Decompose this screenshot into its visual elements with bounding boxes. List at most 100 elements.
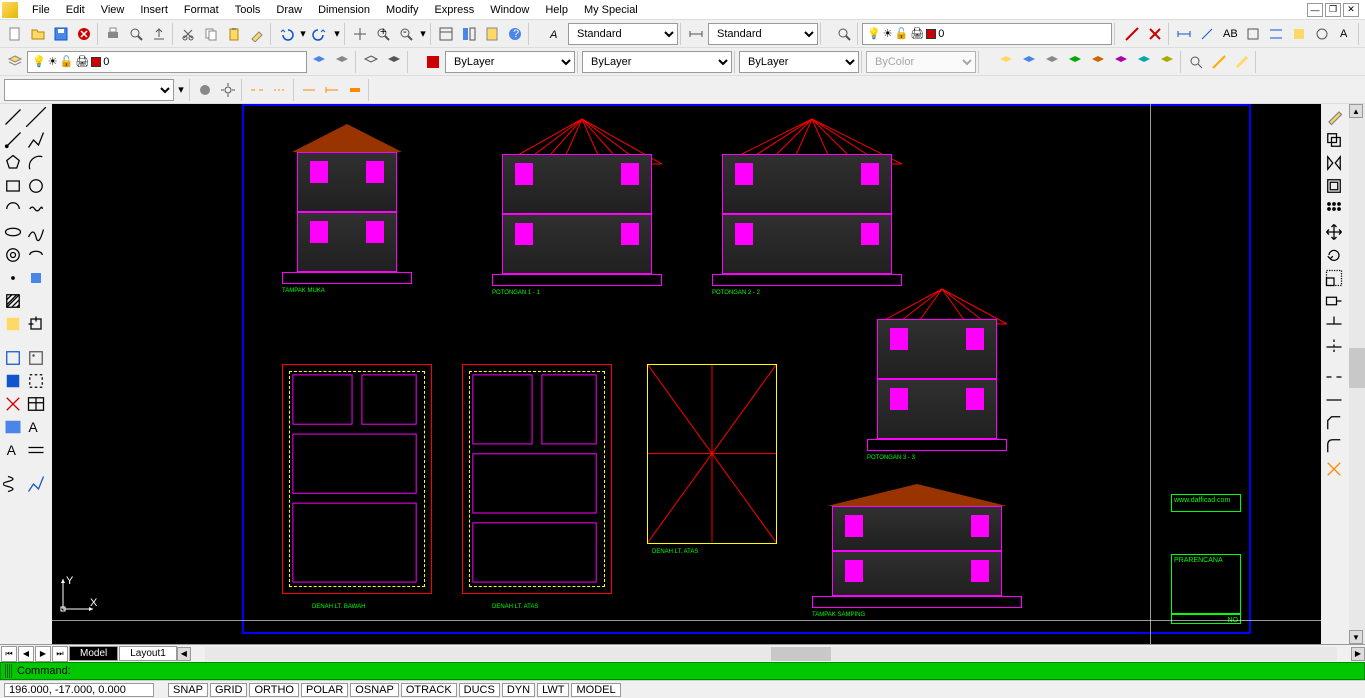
rectangle-tool[interactable] [2, 175, 24, 197]
zoom-realtime-button[interactable]: + [372, 23, 394, 45]
copy-tool-r[interactable] [1323, 129, 1345, 151]
dimstyle-icon[interactable] [685, 23, 707, 45]
insert-tool[interactable] [25, 313, 47, 335]
scale-tool[interactable] [1323, 267, 1345, 289]
vscrollbar[interactable]: ▲ ▼ [1349, 104, 1365, 644]
menu-view[interactable]: View [93, 2, 133, 18]
revcloud-tool[interactable] [25, 198, 47, 220]
erase-tool[interactable] [2, 393, 24, 415]
gear-button[interactable] [217, 79, 239, 101]
named-views-select[interactable] [4, 79, 174, 101]
table-tool[interactable] [25, 393, 47, 415]
command-line[interactable]: Command: [0, 662, 1365, 680]
menu-insert[interactable]: Insert [132, 2, 176, 18]
ray-tool[interactable] [2, 129, 24, 151]
zoom-ext-button[interactable] [1185, 51, 1207, 73]
find-button[interactable] [833, 23, 855, 45]
textstyle-icon[interactable]: A [545, 23, 567, 45]
donut-tool[interactable] [2, 244, 24, 266]
point-tool[interactable] [2, 267, 24, 289]
join-tool[interactable] [1323, 389, 1345, 411]
wipeout-tool[interactable] [2, 370, 24, 392]
break-tool[interactable] [1323, 366, 1345, 388]
mline-tool[interactable] [25, 439, 47, 461]
layulk-button[interactable] [1110, 51, 1132, 73]
brk2-button[interactable] [269, 79, 291, 101]
rotate-tool[interactable] [1323, 244, 1345, 266]
layon-button[interactable] [1018, 51, 1040, 73]
chamfer-tool[interactable] [1323, 412, 1345, 434]
matchprop-button[interactable] [246, 23, 268, 45]
laymch-button[interactable] [1156, 51, 1178, 73]
stretch-tool[interactable] [1323, 290, 1345, 312]
extend-tool[interactable] [1323, 336, 1345, 358]
mirror-tool[interactable] [1323, 152, 1345, 174]
grid-toggle[interactable]: GRID [210, 683, 248, 697]
ortho-toggle[interactable]: ORTHO [249, 683, 299, 697]
menu-draw[interactable]: Draw [268, 2, 310, 18]
layeruniso-button[interactable] [383, 51, 405, 73]
spline-tool[interactable] [25, 221, 47, 243]
gradient-tool[interactable] [25, 290, 47, 312]
offset-tool[interactable] [1323, 175, 1345, 197]
dline-button[interactable] [1121, 23, 1143, 45]
undo-dropdown[interactable]: ▾ [298, 23, 308, 45]
layer-states-button[interactable] [331, 51, 353, 73]
scroll-down[interactable]: ▼ [1349, 630, 1363, 644]
pline-tool[interactable] [25, 129, 47, 151]
menu-express[interactable]: Express [426, 2, 482, 18]
erase-tool-r[interactable] [1323, 106, 1345, 128]
layer-prev-button[interactable] [308, 51, 330, 73]
minimize-button[interactable]: — [1307, 3, 1323, 17]
arc3p-tool[interactable] [2, 198, 24, 220]
dimlinear-button[interactable] [1173, 23, 1195, 45]
text-tool[interactable]: A [2, 439, 24, 461]
render-button[interactable] [194, 79, 216, 101]
brk1-button[interactable] [246, 79, 268, 101]
view-dropdown[interactable]: ▾ [175, 79, 187, 101]
ducs-toggle[interactable]: DUCS [459, 683, 500, 697]
tab-last[interactable]: ⏭ [52, 646, 68, 662]
image-tool[interactable] [25, 347, 47, 369]
region-tool[interactable] [2, 313, 24, 335]
measure-button[interactable] [1231, 51, 1253, 73]
arc-tool[interactable] [25, 152, 47, 174]
layer-manager-button[interactable] [4, 51, 26, 73]
menu-window[interactable]: Window [482, 2, 537, 18]
properties-button[interactable] [435, 23, 457, 45]
zoom-dropdown[interactable]: ▾ [418, 23, 428, 45]
dim-style-select[interactable]: Standard [708, 23, 818, 45]
dimaligned-button[interactable] [1196, 23, 1218, 45]
new-button[interactable] [4, 23, 26, 45]
table2-tool[interactable] [2, 416, 24, 438]
hscroll-thumb[interactable] [771, 647, 831, 661]
linetype-select[interactable]: ByLayer [582, 51, 732, 73]
paste-button[interactable] [223, 23, 245, 45]
preview-button[interactable] [125, 23, 147, 45]
delete-button[interactable] [1144, 23, 1166, 45]
polar-toggle[interactable]: POLAR [301, 683, 348, 697]
layfrz-button[interactable] [1041, 51, 1063, 73]
menu-format[interactable]: Format [176, 2, 227, 18]
open-button[interactable] [27, 23, 49, 45]
scroll-right[interactable]: ▶ [1351, 647, 1365, 661]
explode-tool[interactable] [1323, 458, 1345, 480]
tab-first[interactable]: ⏮ [1, 646, 17, 662]
layoff-button[interactable] [995, 51, 1017, 73]
model-toggle[interactable]: MODEL [571, 683, 620, 697]
tab-next[interactable]: ▶ [35, 646, 51, 662]
line-tool[interactable] [2, 106, 24, 128]
array-tool[interactable] [1323, 198, 1345, 220]
drawing-canvas[interactable]: TAMPAK MUKA POTONGAN 1 - 1 POTONGAN 2 - … [52, 104, 1321, 644]
laythw-button[interactable] [1064, 51, 1086, 73]
xline-tool[interactable] [25, 106, 47, 128]
tab-model[interactable]: Model [69, 646, 118, 661]
layer-state-display[interactable]: 💡 ☀ 🔓 🖨 0 [862, 23, 1112, 45]
redo-button[interactable] [309, 23, 331, 45]
toolpalettes-button[interactable] [481, 23, 503, 45]
coordinates-readout[interactable]: 196.000, -17.000, 0.000 [4, 683, 154, 697]
tab-layout1[interactable]: Layout1 [119, 646, 177, 661]
menu-modify[interactable]: Modify [378, 2, 426, 18]
move-tool[interactable] [1323, 221, 1345, 243]
ellipsearc-tool[interactable] [25, 244, 47, 266]
